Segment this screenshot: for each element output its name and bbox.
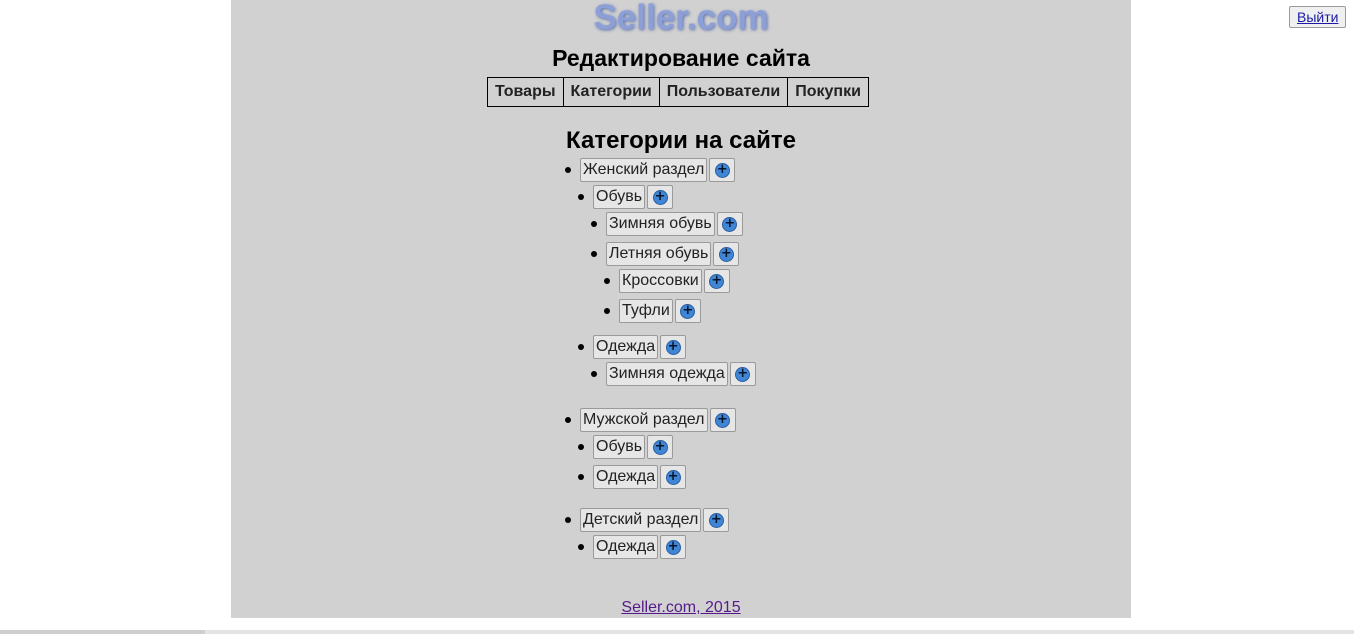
bullet xyxy=(591,371,597,377)
category-button[interactable]: Летняя обувь xyxy=(606,242,712,266)
bullet xyxy=(604,308,610,314)
tab-categories[interactable]: Категории xyxy=(562,78,659,106)
category-button[interactable]: Одежда xyxy=(593,465,659,489)
bullet xyxy=(565,517,571,523)
plus-icon: + xyxy=(715,412,730,428)
bullet xyxy=(578,444,584,450)
category-button[interactable]: Зимняя одежда xyxy=(606,362,728,386)
category-button[interactable]: Зимняя обувь xyxy=(606,212,715,236)
category-button[interactable]: Туфли xyxy=(619,299,673,323)
add-subcategory-button[interactable]: + xyxy=(674,299,701,323)
add-subcategory-button[interactable]: + xyxy=(709,158,736,182)
plus-icon: + xyxy=(665,469,681,485)
add-subcategory-button[interactable]: + xyxy=(709,408,736,432)
tab-users[interactable]: Пользователи xyxy=(658,78,787,106)
plus-icon: + xyxy=(652,439,668,455)
plus-icon: + xyxy=(735,366,751,382)
category-item: Зимняя одежда + xyxy=(591,362,756,386)
category-button[interactable]: Мужской раздел xyxy=(580,408,708,432)
plus-icon: + xyxy=(708,512,724,528)
plus-icon: + xyxy=(709,273,725,289)
page-container: Seller.com Редактирование сайта Товары К… xyxy=(231,0,1131,618)
plus-icon: + xyxy=(652,189,668,205)
bullet xyxy=(578,474,584,480)
category-item: Одежда + xyxy=(578,535,687,559)
plus-icon: + xyxy=(665,339,681,355)
bullet xyxy=(591,251,597,257)
category-item: Обувь + xyxy=(578,435,674,459)
category-item: Летняя обувь + xyxy=(591,242,740,266)
category-item: Зимняя обувь + xyxy=(591,212,743,236)
category-button[interactable]: Детский раздел xyxy=(580,508,702,532)
add-subcategory-button[interactable]: + xyxy=(647,435,674,459)
tab-purchases[interactable]: Покупки xyxy=(787,78,868,106)
plus-icon: + xyxy=(722,216,738,232)
bullet xyxy=(565,167,571,173)
category-button[interactable]: Женский раздел xyxy=(580,158,708,182)
add-subcategory-button[interactable]: + xyxy=(660,335,687,359)
category-item: Одежда + xyxy=(578,335,687,359)
category-item: Детский раздел + xyxy=(565,508,730,532)
tab-products[interactable]: Товары xyxy=(488,78,563,106)
category-item: Одежда + xyxy=(578,465,687,489)
bullet xyxy=(578,194,584,200)
bullet xyxy=(604,278,610,284)
categories-heading: Категории на сайте xyxy=(566,127,796,154)
add-subcategory-button[interactable]: + xyxy=(647,185,674,209)
page-title: Редактирование сайта xyxy=(552,45,810,71)
bullet xyxy=(591,221,597,227)
add-subcategory-button[interactable]: + xyxy=(713,242,740,266)
add-subcategory-button[interactable]: + xyxy=(660,465,687,489)
scrollbar-thumb[interactable] xyxy=(0,630,205,634)
category-item: Кроссовки + xyxy=(604,269,730,293)
category-item: Туфли + xyxy=(604,299,701,323)
add-subcategory-button[interactable]: + xyxy=(703,269,730,293)
category-button[interactable]: Кроссовки xyxy=(619,269,702,293)
category-button[interactable]: Обувь xyxy=(593,185,646,209)
add-subcategory-button[interactable]: + xyxy=(716,212,743,236)
add-subcategory-button[interactable]: + xyxy=(703,508,730,532)
plus-icon: + xyxy=(680,303,696,319)
plus-icon: + xyxy=(718,246,734,262)
bullet xyxy=(578,544,584,550)
category-button[interactable]: Одежда xyxy=(593,335,659,359)
category-item: Обувь + xyxy=(578,185,674,209)
add-subcategory-button[interactable]: + xyxy=(729,362,756,386)
bullet xyxy=(565,417,571,423)
plus-icon: + xyxy=(714,162,730,178)
site-logo: Seller.com xyxy=(593,0,769,37)
add-subcategory-button[interactable]: + xyxy=(660,535,687,559)
category-button[interactable]: Обувь xyxy=(593,435,646,459)
plus-icon: + xyxy=(665,539,681,555)
footer-link[interactable]: Seller.com, 2015 xyxy=(231,599,1131,617)
admin-nav: Товары Категории Пользователи Покупки xyxy=(487,77,869,107)
category-item: Женский раздел + xyxy=(565,158,736,182)
category-button[interactable]: Одежда xyxy=(593,535,659,559)
logout-button[interactable]: Выйти xyxy=(1289,6,1347,28)
category-item: Мужской раздел + xyxy=(565,408,736,432)
bullet xyxy=(578,344,584,350)
